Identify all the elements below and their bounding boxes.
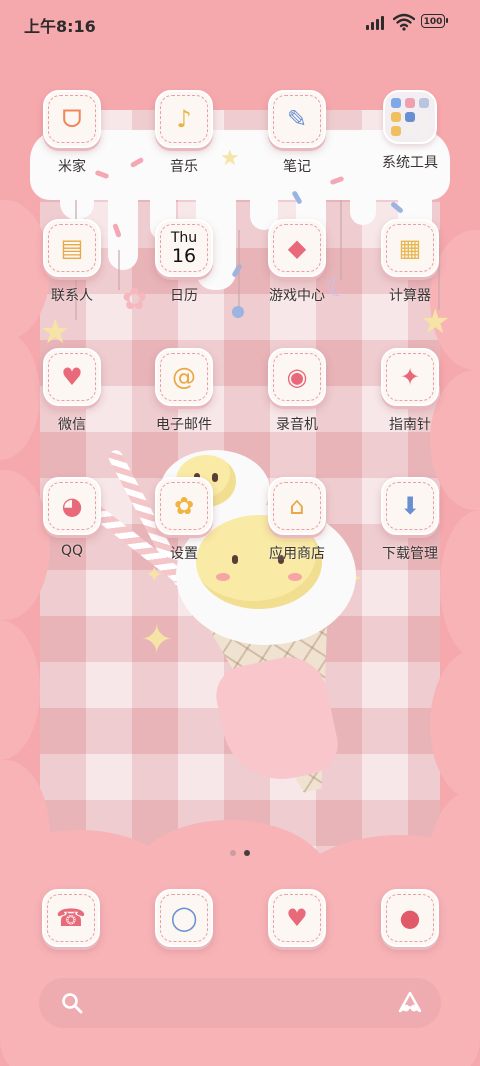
calendar-date: 16 xyxy=(171,244,197,267)
app-label: 录音机 xyxy=(276,417,318,433)
app-cassette-recorder[interactable]: ◉ 录音机 xyxy=(247,348,347,434)
music-note-icon: ♪ xyxy=(155,90,213,148)
app-label: 笔记 xyxy=(283,159,311,175)
page-indicator[interactable] xyxy=(0,850,480,856)
dock-browser-ring[interactable]: ◯ xyxy=(155,889,215,949)
compass-icon: ✦ xyxy=(381,348,439,406)
flower-gear-icon: ✿ xyxy=(155,477,213,535)
dock-messages-heart[interactable]: ♥ xyxy=(268,889,328,949)
app-label: 音乐 xyxy=(170,159,198,175)
app-chat-bubble[interactable]: ♥ 微信 xyxy=(22,348,122,434)
app-flower-gear[interactable]: ✿ 设置 xyxy=(134,477,234,563)
app-label: 电子邮件 xyxy=(156,417,212,433)
house-store-icon: ⌂ xyxy=(268,477,326,535)
status-bar: 上午8:16 100 xyxy=(0,0,480,44)
app-contacts-book[interactable]: ▤ 联系人 xyxy=(22,219,122,305)
app-mijia[interactable]: ᗜ 米家 xyxy=(22,90,122,176)
penguin-icon: ◕ xyxy=(43,477,101,535)
assistant-icon[interactable] xyxy=(397,990,423,1016)
app-label: 联系人 xyxy=(51,288,93,304)
battery-icon: 100 xyxy=(421,14,448,28)
app-house-store[interactable]: ⌂ 应用商店 xyxy=(247,477,347,563)
cellular-signal-icon xyxy=(366,15,388,30)
search-icon xyxy=(62,993,83,1014)
app-compass[interactable]: ✦ 指南针 xyxy=(360,348,460,434)
app-label: 日历 xyxy=(170,288,198,304)
app-label: 设置 xyxy=(170,546,198,562)
at-mail-icon: @ xyxy=(155,348,213,406)
app-label: 指南针 xyxy=(389,417,431,433)
app-penguin[interactable]: ◕ QQ xyxy=(22,477,122,559)
contacts-book-icon: ▤ xyxy=(43,219,101,277)
page-dot-2[interactable] xyxy=(244,850,250,856)
app-folder[interactable]: 系统工具 xyxy=(360,90,460,172)
calendar-icon: Thu 16 xyxy=(155,219,213,277)
dock-phone[interactable]: ☎ xyxy=(42,889,102,949)
search-bar[interactable] xyxy=(39,978,441,1028)
messages-heart-icon: ♥ xyxy=(268,889,326,947)
app-label: 游戏中心 xyxy=(269,288,325,304)
app-calendar[interactable]: Thu 16 日历 xyxy=(134,219,234,305)
camera-icon: ● xyxy=(381,889,439,947)
calculator-icon: ▦ xyxy=(381,219,439,277)
chat-bubble-icon: ♥ xyxy=(43,348,101,406)
app-pen-note[interactable]: ✎ 笔记 xyxy=(247,90,347,176)
status-time: 上午8:16 xyxy=(24,17,96,36)
wifi-icon xyxy=(393,13,415,31)
mijia-icon: ᗜ xyxy=(43,90,101,148)
app-label: 微信 xyxy=(58,417,86,433)
app-label: 米家 xyxy=(58,159,86,175)
app-calculator[interactable]: ▦ 计算器 xyxy=(360,219,460,305)
dock-camera[interactable]: ● xyxy=(381,889,441,949)
pen-note-icon: ✎ xyxy=(268,90,326,148)
app-label: 应用商店 xyxy=(269,546,325,562)
download-arrow-icon: ⬇ xyxy=(381,477,439,535)
app-label: 计算器 xyxy=(389,288,431,304)
phone-icon: ☎ xyxy=(42,889,100,947)
browser-ring-icon: ◯ xyxy=(155,889,213,947)
folder-icon xyxy=(383,90,437,144)
app-game-cube[interactable]: ◆ 游戏中心 xyxy=(247,219,347,305)
app-label: 系统工具 xyxy=(382,155,438,171)
page-dot-1[interactable] xyxy=(230,850,236,856)
app-music-note[interactable]: ♪ 音乐 xyxy=(134,90,234,176)
game-cube-icon: ◆ xyxy=(268,219,326,277)
app-download-arrow[interactable]: ⬇ 下载管理 xyxy=(360,477,460,563)
app-label: 下载管理 xyxy=(382,546,438,562)
app-label: QQ xyxy=(60,543,84,559)
app-at-mail[interactable]: @ 电子邮件 xyxy=(134,348,234,434)
calendar-weekday: Thu xyxy=(170,229,198,246)
cassette-recorder-icon: ◉ xyxy=(268,348,326,406)
